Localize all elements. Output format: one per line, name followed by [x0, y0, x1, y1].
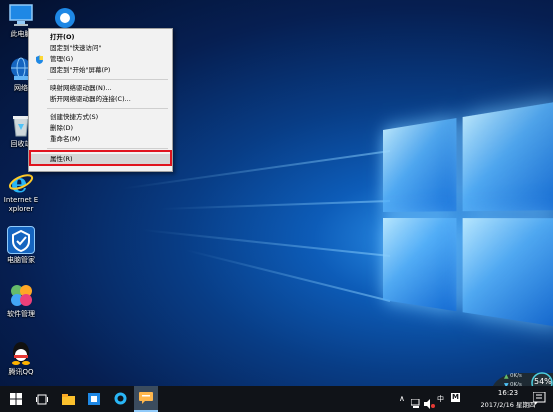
menu-separator — [47, 79, 168, 80]
desktop-icon-pc-manager[interactable]: 电脑管家 — [2, 226, 40, 265]
chevron-up-icon[interactable]: ∧ — [399, 394, 405, 403]
desktop-icon-software-manager[interactable]: 软件管理 — [2, 282, 40, 319]
pc-manager-icon — [7, 226, 35, 254]
menu-separator — [47, 148, 168, 149]
light-beam — [141, 228, 391, 257]
logo-pane — [462, 100, 553, 212]
usage-percent: 54% — [534, 377, 552, 386]
desktop-icon-label: 腾讯QQ — [8, 368, 34, 376]
desktop[interactable]: 此电脑 网络 回收站 e Internet Explorer 电脑管家 软件管理 — [0, 0, 553, 386]
computer-icon — [8, 2, 34, 28]
menu-item-delete[interactable]: 删除(D) — [29, 123, 172, 134]
store-icon — [88, 390, 100, 409]
task-view-button[interactable] — [30, 386, 54, 412]
menu-item-disconnect-network-drive[interactable]: 断开网络驱动器的连接(C)... — [29, 94, 172, 105]
highlight-box — [29, 150, 172, 166]
desktop-icon-internet-explorer[interactable]: e Internet Explorer — [2, 168, 40, 214]
light-beam — [185, 249, 391, 302]
logo-pane — [462, 218, 553, 328]
upload-speed: 0K/s — [510, 373, 522, 379]
desktop-icon-label: 电脑管家 — [7, 256, 35, 264]
ime-language[interactable]: 中 — [437, 394, 444, 404]
desktop-icon-qq[interactable]: 腾讯QQ — [2, 340, 40, 377]
network-tray-icon[interactable] — [410, 394, 421, 413]
app-icon-partial[interactable] — [51, 4, 77, 28]
menu-item-create-shortcut[interactable]: 创建快捷方式(S) — [29, 112, 172, 123]
menu-item-rename[interactable]: 重命名(M) — [29, 134, 172, 145]
browser-button[interactable] — [108, 386, 132, 412]
menu-item-label: 管理(G) — [50, 55, 74, 63]
file-explorer-button[interactable] — [56, 386, 80, 412]
desktop-icon-label: 软件管理 — [7, 310, 35, 318]
menu-item-pin-start[interactable]: 固定到"开始"屏幕(P) — [29, 65, 172, 76]
logo-pane — [383, 118, 457, 212]
menu-item-map-network-drive[interactable]: 映射网络驱动器(N)... — [29, 83, 172, 94]
windows-logo-wallpaper — [383, 100, 553, 335]
logo-pane — [383, 218, 457, 312]
software-manager-icon — [8, 282, 34, 308]
task-view-icon — [36, 390, 48, 409]
windows-start-icon — [10, 390, 22, 409]
menu-separator — [47, 108, 168, 109]
clock-date[interactable]: 2017/2/16 星期四 — [470, 399, 546, 409]
menu-item-manage[interactable]: 管理(G) — [29, 54, 172, 65]
menu-item-pin-quick-access[interactable]: 固定到"快速访问" — [29, 43, 172, 54]
menu-item-open[interactable]: 打开(O) — [29, 32, 172, 43]
chat-app-icon — [139, 389, 153, 408]
file-explorer-icon — [61, 390, 75, 409]
clock-time[interactable]: 16:23 — [488, 389, 528, 397]
chat-app-button[interactable] — [134, 386, 158, 412]
ime-mode[interactable]: M — [451, 393, 460, 402]
start-button[interactable] — [4, 386, 28, 412]
qq-icon — [8, 340, 34, 366]
browser-icon — [114, 390, 127, 409]
store-button[interactable] — [82, 386, 106, 412]
upload-arrow-icon: ▲ — [504, 373, 509, 380]
volume-icon[interactable] — [424, 394, 435, 413]
light-beam — [160, 200, 391, 211]
desktop-icon-label: Internet Explorer — [3, 196, 39, 213]
